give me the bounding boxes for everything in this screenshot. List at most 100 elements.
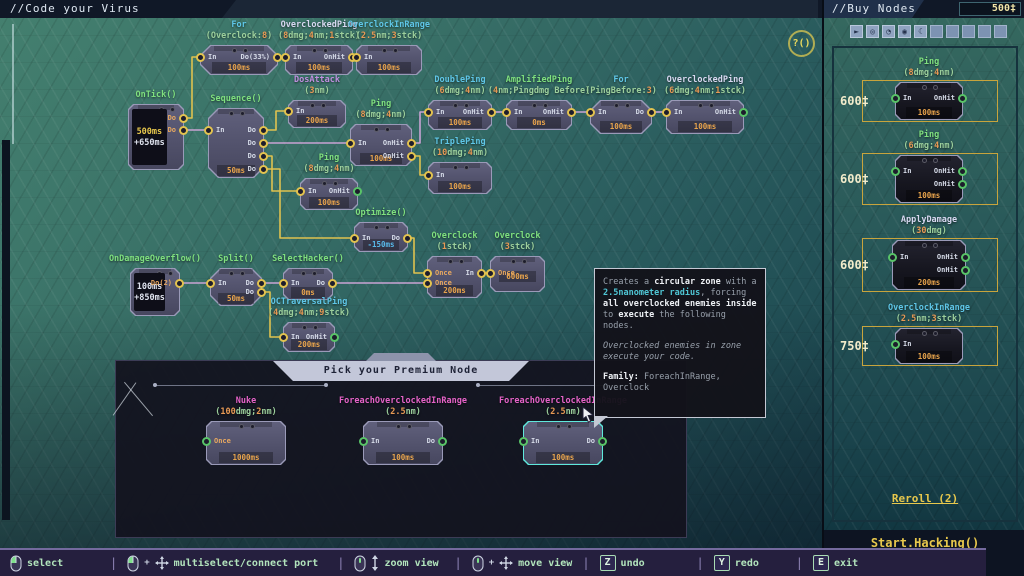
port-ring-onhit[interactable]: [958, 167, 967, 176]
node-shop-ping-6[interactable]: 100msInOnHitOnHit: [895, 155, 963, 203]
port-ring-in[interactable]: [359, 437, 368, 446]
port-ring-do[interactable]: [257, 288, 266, 297]
port-ring-do[interactable]: [598, 437, 607, 446]
node-overclock-2[interactable]: 600msOnce: [490, 256, 545, 292]
node-selecthacker[interactable]: 0msInDo: [283, 268, 333, 300]
reroll-button[interactable]: Reroll (2): [824, 492, 1024, 505]
port-ring-in[interactable]: [586, 108, 595, 117]
port-ring-do[interactable]: [259, 152, 268, 161]
port-ring-onhit[interactable]: [330, 333, 339, 342]
node-ping-2[interactable]: 100msInOnHit: [300, 178, 358, 210]
filter-button-clock-filter[interactable]: ◔: [882, 25, 895, 38]
filter-button-cursor-filter[interactable]: ►: [850, 25, 863, 38]
node-ping-main[interactable]: 100msInOnHitOnHit: [350, 124, 412, 166]
port-ring-do[interactable]: [438, 437, 447, 446]
port-ring-onhit[interactable]: [739, 108, 748, 117]
node-amplifiedping[interactable]: 0msInOnHit: [506, 100, 572, 130]
node-overclockinrange-1[interactable]: 100msIn: [356, 45, 422, 75]
port-label: Do: [392, 234, 400, 243]
port-ring-in[interactable]: [284, 107, 293, 116]
port-ring-do[interactable]: [257, 279, 266, 288]
port-label: In: [466, 269, 474, 278]
filter-button-target-filter[interactable]: ◎: [866, 25, 879, 38]
port-ring-in[interactable]: [891, 340, 900, 349]
port-ring-onhit[interactable]: [407, 152, 416, 161]
port-ring-do[interactable]: [328, 279, 337, 288]
shop-title: //Buy Nodes: [832, 2, 916, 15]
port-ring-in[interactable]: [662, 108, 671, 117]
node-ms-label: 100ms: [906, 351, 952, 362]
port-ring-do[interactable]: [179, 126, 188, 135]
node-overclock-1[interactable]: 200msOnceOnceIn: [427, 256, 482, 298]
screw-decoration: [232, 48, 237, 53]
port-ring-in[interactable]: [206, 279, 215, 288]
port-ring-in[interactable]: [346, 139, 355, 148]
node-shop-overclockinrange[interactable]: 100msIn: [895, 328, 963, 364]
port-ring-onhit[interactable]: [961, 253, 970, 262]
port-ring-in[interactable]: [424, 108, 433, 117]
port-ring-once[interactable]: [486, 269, 495, 278]
filter-slot-empty[interactable]: [994, 25, 1007, 38]
port-ring-in[interactable]: [424, 171, 433, 180]
node-ontick[interactable]: 500ms+650msDoDo: [128, 104, 184, 170]
control-hint-zoom-view: zoom view: [354, 555, 444, 572]
node-shop-applydamage[interactable]: 200msInOnHitOnHit: [892, 240, 966, 290]
node-for-overclock[interactable]: 100msInDo(33%): [200, 45, 278, 75]
port-ring-onhit[interactable]: [961, 266, 970, 275]
node-overclockedping-2[interactable]: 100msInOnHit: [666, 100, 744, 134]
port-ring-do2[interactable]: [175, 279, 184, 288]
port-ring-onhit[interactable]: [487, 108, 496, 117]
node-optimize[interactable]: -150msInDo: [354, 222, 408, 252]
node-ondamageoverflow[interactable]: 100ms+850msDo(2): [130, 268, 180, 316]
port-ring-in[interactable]: [352, 53, 361, 62]
port-ring-in[interactable]: [296, 187, 305, 196]
port-ring-onhit[interactable]: [567, 108, 576, 117]
port-ring-in[interactable]: [519, 437, 528, 446]
port-ring-in[interactable]: [196, 53, 205, 62]
node-overclockedping-1[interactable]: 100msInOnHit: [285, 45, 353, 75]
node-nuke[interactable]: 1000msOnce: [206, 421, 286, 465]
port-ring-do[interactable]: [403, 234, 412, 243]
filter-slot-empty[interactable]: [946, 25, 959, 38]
node-foreach-overclocked-inrange-1[interactable]: 100msInDo: [363, 421, 443, 465]
port-ring-do[interactable]: [647, 108, 656, 117]
port-ring-onhit[interactable]: [407, 139, 416, 148]
port-ring-in[interactable]: [204, 126, 213, 135]
port-ring-in[interactable]: [477, 269, 486, 278]
port-ring-once[interactable]: [423, 279, 432, 288]
port-ring-do[interactable]: [259, 165, 268, 174]
port-ring-in[interactable]: [279, 333, 288, 342]
node-doubleping[interactable]: 100msInOnHit: [428, 100, 492, 130]
node-split[interactable]: 50msInDoDo: [210, 268, 262, 306]
port-ring-do[interactable]: [179, 114, 188, 123]
help-button[interactable]: ?(): [788, 30, 815, 57]
port-ring-do[interactable]: [259, 139, 268, 148]
port-ring-in[interactable]: [350, 234, 359, 243]
node-for-pingbefore[interactable]: 100msInDo: [590, 100, 652, 134]
filter-button-overclock-filter[interactable]: ☾: [914, 25, 927, 38]
filter-button-bomb-filter[interactable]: ◉: [898, 25, 911, 38]
port-ring-once[interactable]: [423, 269, 432, 278]
port-ring-onhit[interactable]: [958, 94, 967, 103]
node-sequence[interactable]: 50msInDoDoDoDo: [208, 108, 264, 178]
port-ring-onhit[interactable]: [958, 180, 967, 189]
port-ring-in[interactable]: [891, 167, 900, 176]
port-ring-in[interactable]: [888, 253, 897, 262]
node-octraversalping[interactable]: 200msInOnHit: [283, 322, 335, 352]
filter-slot-empty[interactable]: [962, 25, 975, 38]
filter-slot-empty[interactable]: [930, 25, 943, 38]
node-tripleping[interactable]: 100msIn: [428, 162, 492, 194]
node-dosattack[interactable]: 200msIn: [288, 100, 346, 128]
port-ring-in[interactable]: [281, 53, 290, 62]
port-ring-in[interactable]: [891, 94, 900, 103]
filter-slot-empty[interactable]: [978, 25, 991, 38]
node-foreach-overclocked-inrange-2[interactable]: 100msInDo: [523, 421, 603, 465]
port-ring-do[interactable]: [259, 126, 268, 135]
node-shop-ping-8[interactable]: 100msInOnHit: [895, 82, 963, 120]
screw-decoration: [522, 259, 527, 264]
port-ring-in[interactable]: [279, 279, 288, 288]
port-ring-onhit[interactable]: [353, 187, 362, 196]
port-ring-in[interactable]: [502, 108, 511, 117]
port-ring-once[interactable]: [202, 437, 211, 446]
screw-decoration: [385, 127, 390, 132]
